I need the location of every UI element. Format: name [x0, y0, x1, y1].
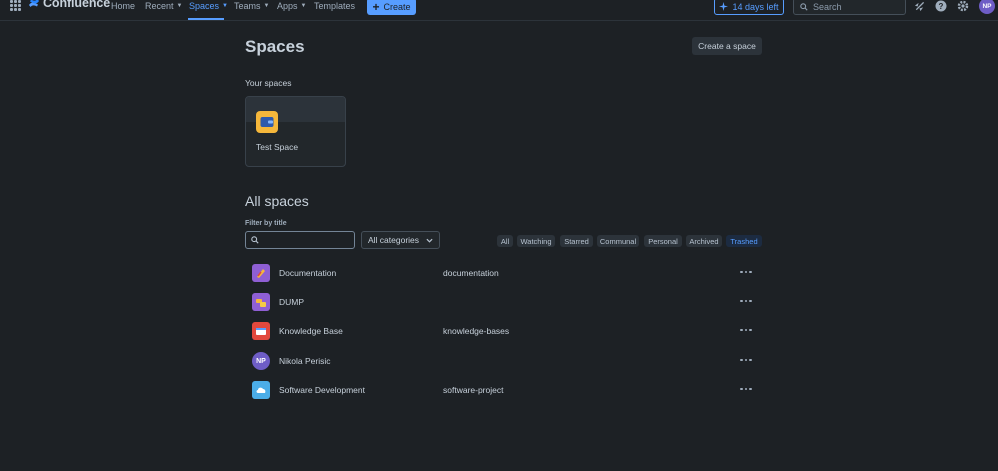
chevron-down-icon: ▼ [222, 2, 228, 9]
all-spaces-heading: All spaces [245, 193, 309, 209]
rocket-icon [252, 264, 270, 282]
space-row-software-development[interactable]: Software Development software-project [245, 377, 762, 403]
trial-button-label: 14 days left [732, 1, 779, 12]
help-icon[interactable]: ? [934, 0, 948, 13]
space-key: software-project [443, 385, 504, 395]
search-icon [251, 236, 259, 244]
user-avatar[interactable]: NP [979, 0, 995, 14]
filter-title-input[interactable] [245, 231, 355, 249]
more-actions-icon[interactable] [739, 354, 753, 366]
svg-text:?: ? [939, 2, 944, 11]
filter-pill-archived[interactable]: Archived [686, 235, 722, 247]
nav-home-label: Home [111, 0, 136, 11]
nav-recent-label: Recent [145, 0, 174, 11]
trial-button[interactable]: 14 days left [714, 0, 784, 15]
nav-recent[interactable]: Recent ▼ [145, 0, 182, 14]
space-row-documentation[interactable]: Documentation documentation [245, 260, 762, 286]
folder-icon [252, 293, 270, 311]
space-name[interactable]: Nikola Perisic [279, 356, 331, 366]
wallet-icon [256, 111, 278, 133]
sparkle-icon [719, 2, 729, 11]
filter-pill-communal[interactable]: Communal [597, 235, 639, 247]
chevron-down-icon [426, 238, 433, 243]
space-name[interactable]: DUMP [279, 297, 304, 307]
notifications-icon[interactable] [912, 0, 926, 13]
nav-active-indicator [188, 18, 224, 20]
create-space-button[interactable]: Create a space [692, 37, 762, 55]
filter-pill-watching[interactable]: Watching [517, 235, 555, 247]
your-spaces-heading: Your spaces [245, 78, 292, 88]
space-name[interactable]: Software Development [279, 385, 365, 395]
chevron-down-icon: ▼ [300, 2, 307, 9]
nav-spaces-label: Spaces [189, 0, 220, 11]
space-name[interactable]: Knowledge Base [279, 326, 343, 336]
space-card-name: Test Space [256, 142, 299, 152]
book-icon [252, 322, 270, 340]
space-row-dump[interactable]: DUMP [245, 289, 762, 315]
app-switcher-icon[interactable] [10, 0, 21, 11]
page-title: Spaces [245, 37, 305, 56]
create-button-label: Create [383, 1, 411, 12]
more-actions-icon[interactable] [739, 383, 753, 395]
nav-home[interactable]: Home [111, 0, 135, 14]
top-navigation: Confluence Home Recent ▼ Spaces ▼ Teams ▼ A… [0, 0, 998, 21]
search-input[interactable]: Search [793, 0, 906, 15]
more-actions-icon[interactable] [739, 266, 753, 278]
chevron-down-icon: ▼ [263, 2, 270, 9]
filter-pill-starred[interactable]: Starred [560, 235, 593, 247]
space-key: documentation [443, 268, 499, 278]
nav-teams-label: Teams [234, 0, 261, 11]
more-actions-icon[interactable] [739, 295, 753, 307]
app-name: Confluence [43, 0, 111, 10]
more-actions-icon[interactable] [739, 324, 753, 336]
nav-teams[interactable]: Teams ▼ [234, 0, 269, 14]
nav-templates-label: Templates [314, 0, 356, 11]
nav-spaces[interactable]: Spaces ▼ [189, 0, 228, 14]
create-button[interactable]: + Create [367, 0, 416, 15]
cloud-icon [252, 381, 270, 399]
filter-label: Filter by title [245, 220, 287, 227]
filter-pill-personal[interactable]: Personal [644, 235, 682, 247]
search-icon [800, 2, 808, 11]
plus-icon: + [372, 0, 380, 14]
settings-icon[interactable] [956, 0, 970, 13]
space-key: knowledge-bases [443, 326, 510, 336]
confluence-logo-icon [29, 0, 39, 7]
filter-pill-all[interactable]: All [497, 235, 513, 247]
nav-apps[interactable]: Apps ▼ [277, 0, 306, 14]
search-placeholder: Search [813, 1, 842, 12]
category-select-value: All categories [368, 235, 420, 245]
space-card[interactable]: Test Space [245, 96, 346, 167]
confluence-logo[interactable]: Confluence [28, 0, 110, 10]
filter-pill-trashed[interactable]: Trashed [726, 235, 762, 247]
space-row-knowledge-base[interactable]: Knowledge Base knowledge-bases [245, 318, 762, 344]
space-row-nikola-perisic[interactable]: NP Nikola Perisic [245, 348, 762, 374]
avatar: NP [252, 352, 270, 370]
chevron-down-icon: ▼ [176, 2, 183, 9]
category-select[interactable]: All categories [361, 231, 440, 249]
space-name[interactable]: Documentation [279, 268, 336, 278]
nav-templates[interactable]: Templates [314, 0, 355, 14]
nav-apps-label: Apps [277, 0, 298, 11]
